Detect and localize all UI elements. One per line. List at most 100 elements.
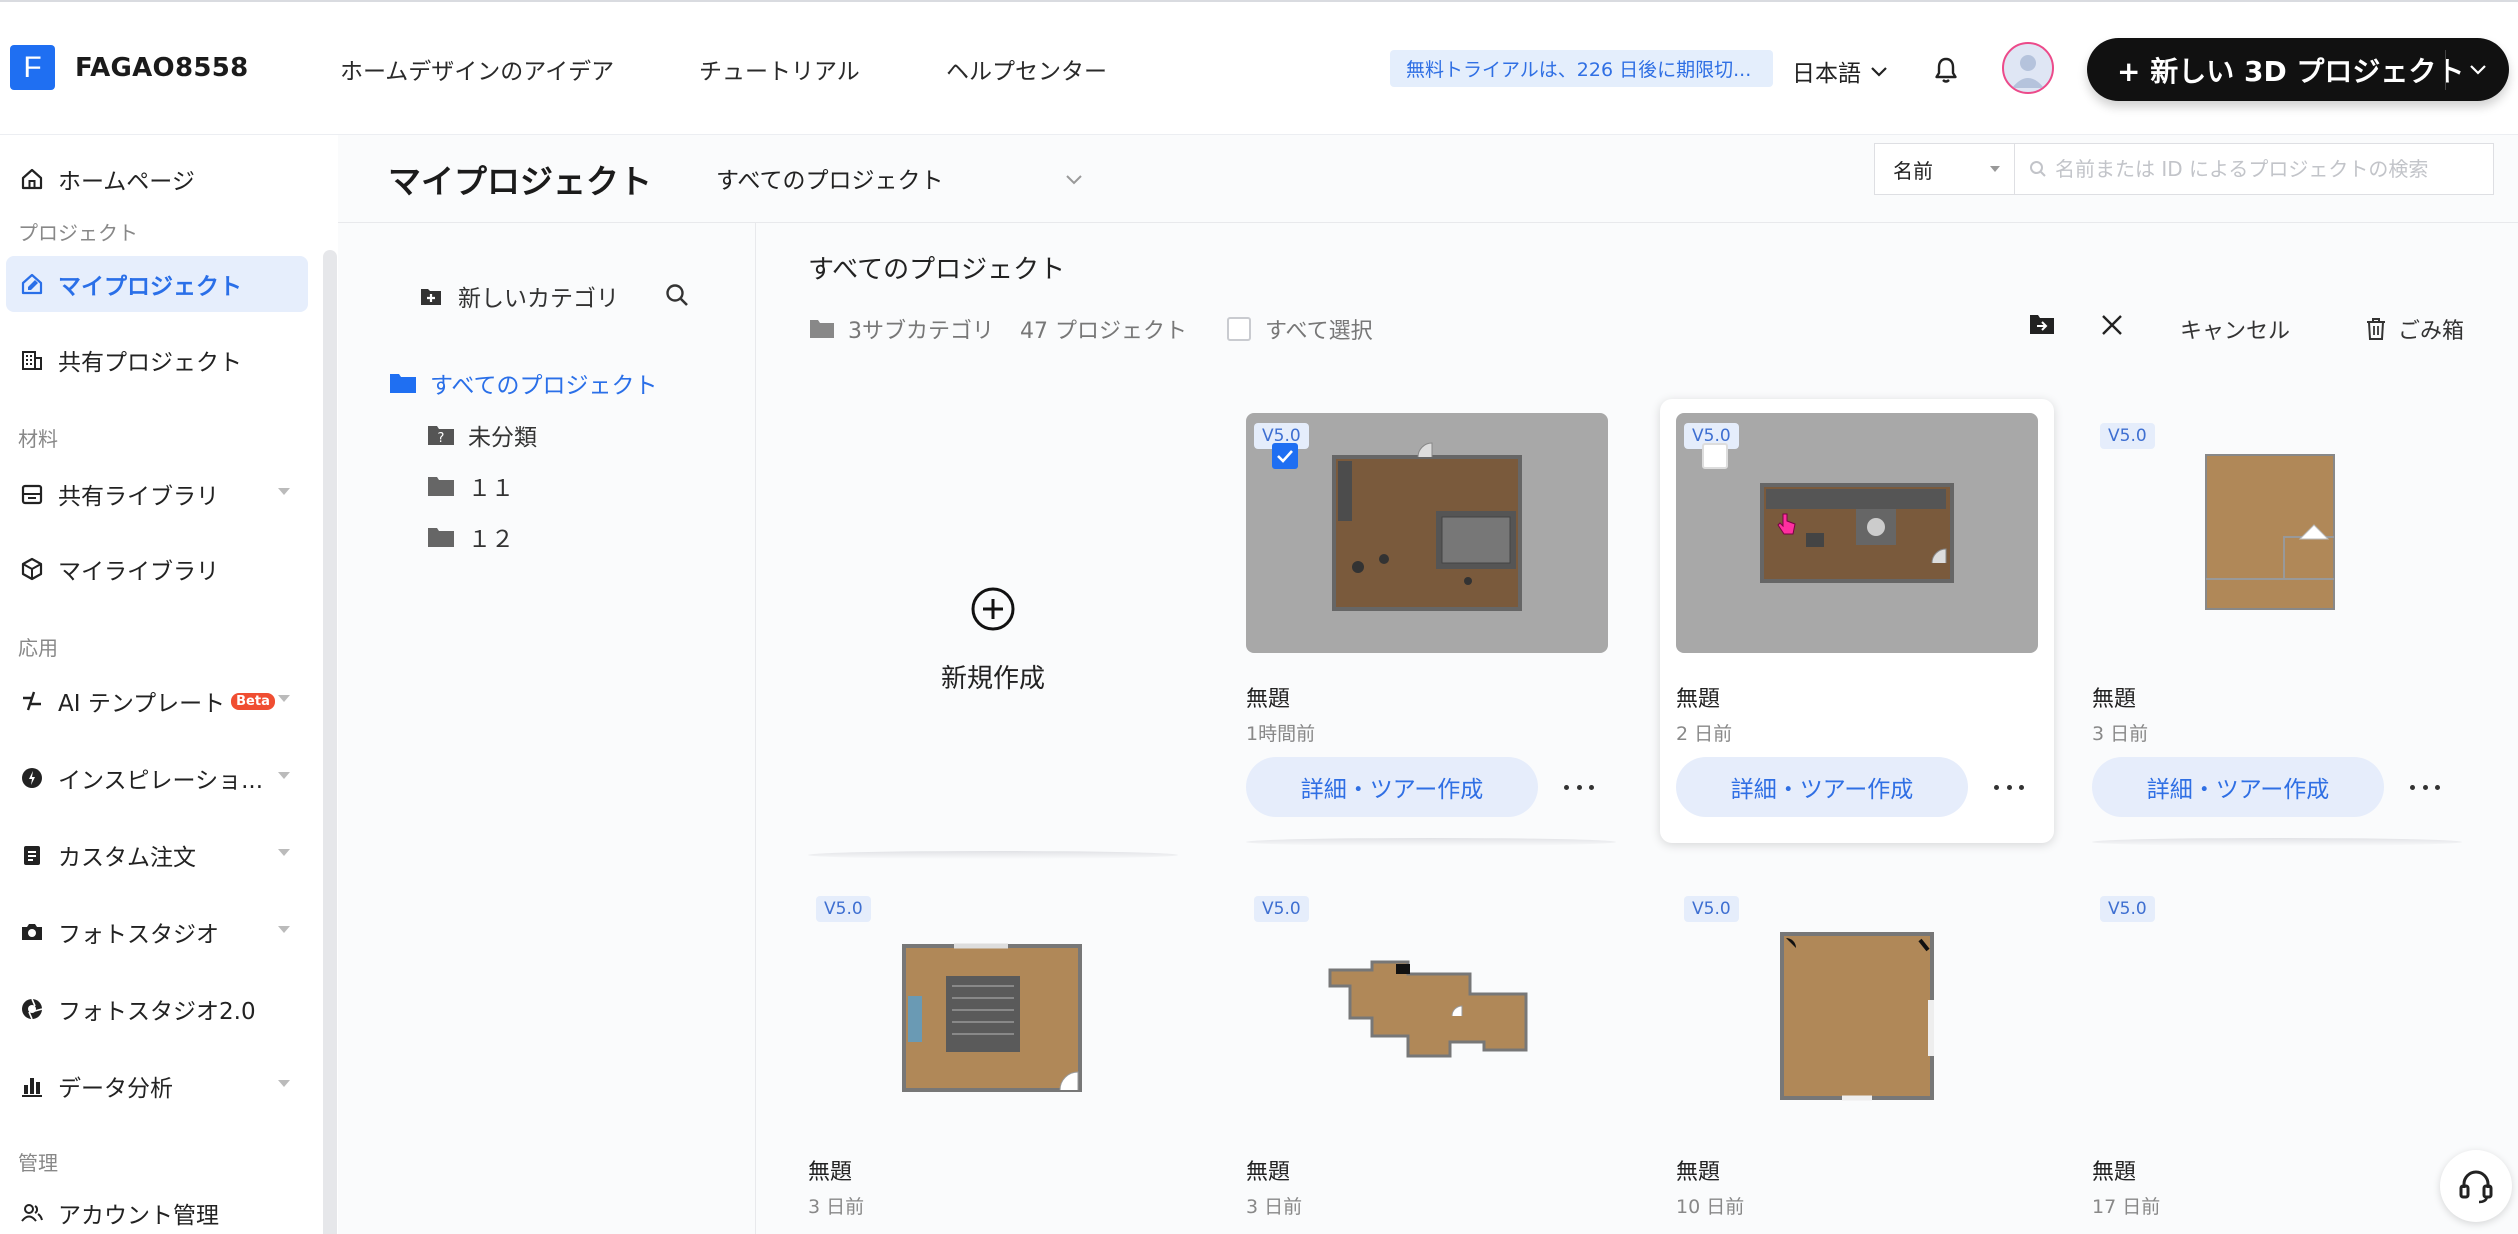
project-card[interactable]: V5.0 無題 2 日前 詳細・ツアー作成 (1660, 399, 2054, 843)
project-search-box[interactable] (2014, 143, 2494, 195)
avatar[interactable] (2002, 42, 2054, 94)
home-icon (18, 165, 46, 193)
card-shadow (808, 851, 1178, 859)
floorplan-preview (1332, 442, 1522, 611)
more-options-icon[interactable] (1564, 775, 1594, 799)
new-category-label: 新しいカテゴリ (458, 286, 619, 312)
project-checkbox[interactable] (1702, 443, 1728, 469)
card-shadow (2092, 838, 2462, 846)
chevron-down-icon (1871, 67, 1887, 77)
details-tour-button[interactable]: 詳細・ツアー作成 (2092, 757, 2384, 817)
new-project-card[interactable]: 新規作成 (808, 426, 1178, 859)
sidebar-item-account-management[interactable]: アカウント管理 (18, 1185, 308, 1234)
caret-down-icon (278, 849, 290, 856)
trash-button[interactable]: ごみ箱 (2364, 313, 2464, 345)
language-selector[interactable]: 日本語 (1792, 54, 1889, 88)
project-time: 3 日前 (1246, 1196, 1303, 1218)
lightning-icon (18, 687, 46, 715)
project-thumbnail[interactable]: V5.0 (1246, 413, 1608, 653)
sidebar-item-data-analysis[interactable]: データ分析 (18, 1058, 308, 1114)
project-thumbnail[interactable]: V5.0 (2092, 886, 2454, 1126)
category-folder-12[interactable]: １２ (426, 520, 514, 554)
project-name[interactable]: 無題 (808, 1154, 852, 1186)
sort-select[interactable]: 名前 (1874, 143, 2014, 195)
search-icon[interactable] (663, 281, 693, 311)
question-folder-icon: ? (428, 426, 454, 446)
sidebar-item-my-projects[interactable]: マイプロジェクト (6, 256, 308, 312)
card-shadow (1246, 838, 1616, 846)
details-tour-button[interactable]: 詳細・ツアー作成 (1246, 757, 1538, 817)
caret-down-icon (1990, 166, 2000, 172)
sidebar-item-inspiration[interactable]: インスピレーショ... (18, 750, 308, 806)
sidebar-item-label: マイプロジェクト (58, 274, 242, 300)
brand[interactable]: F FAGAO8558 (10, 45, 249, 90)
project-time: 17 日前 (2092, 1196, 2161, 1218)
sidebar-item-ai-template[interactable]: AI テンプレート Beta (18, 673, 308, 729)
select-all-checkbox[interactable] (1227, 317, 1251, 341)
category-folder-11[interactable]: １１ (426, 469, 514, 503)
category-label: すべてのプロジェクト (430, 373, 658, 399)
caret-down-icon (278, 695, 290, 702)
help-support-button[interactable] (2440, 1150, 2512, 1222)
sidebar-item-shared-library[interactable]: 共有ライブラリ (18, 466, 308, 522)
sidebar-item-label: フォトスタジオ (58, 922, 219, 948)
project-filter-value: すべてのプロジェクト (716, 168, 944, 194)
trash-label: ごみ箱 (2398, 319, 2465, 344)
project-name[interactable]: 無題 (1676, 1154, 1720, 1186)
category-uncategorized[interactable]: ? 未分類 (426, 418, 537, 452)
version-badge: V5.0 (2100, 423, 2155, 449)
cancel-button[interactable]: キャンセル (2180, 313, 2290, 345)
trial-notice[interactable]: 無料トライアルは、226 日後に期限切... (1390, 50, 1773, 87)
version-badge: V5.0 (816, 896, 871, 922)
project-name[interactable]: 無題 (1676, 681, 1720, 713)
project-filter-dropdown[interactable]: すべてのプロジェクト (716, 155, 1088, 201)
category-all-projects[interactable]: すべてのプロジェクト (388, 366, 657, 400)
project-thumbnail[interactable]: V5.0 (808, 886, 1170, 1126)
project-time: 2 日前 (1676, 723, 1733, 745)
search-input[interactable] (2055, 157, 2475, 181)
project-thumbnail[interactable]: V5.0 (1676, 413, 2038, 653)
subcategory-count: 3サブカテゴリ (848, 319, 994, 344)
project-name[interactable]: 無題 (2092, 1154, 2136, 1186)
bell-icon[interactable] (1930, 54, 1962, 86)
move-to-folder-button[interactable] (2028, 311, 2056, 337)
nav-home-design-ideas[interactable]: ホームデザインのアイデア (340, 52, 614, 86)
nav-help-center[interactable]: ヘルプセンター (946, 52, 1107, 86)
sidebar-item-my-library[interactable]: マイライブラリ (18, 541, 308, 597)
sidebar-item-label: フォトスタジオ2.0 (58, 999, 256, 1025)
more-options-icon[interactable] (1994, 775, 2024, 799)
project-name[interactable]: 無題 (2092, 681, 2136, 713)
sidebar-item-photo-studio-2[interactable]: フォトスタジオ2.0 (18, 981, 308, 1037)
category-label: １１ (468, 476, 514, 502)
sidebar-item-custom-order[interactable]: カスタム注文 (18, 827, 308, 883)
trash-icon (2367, 318, 2385, 340)
sidebar-item-home[interactable]: ホームページ (18, 151, 308, 207)
nav-tutorial[interactable]: チュートリアル (699, 52, 860, 86)
edit-house-icon (18, 270, 46, 298)
project-thumbnail[interactable]: V5.0 (1676, 886, 2038, 1126)
checkmark-icon (1277, 450, 1293, 463)
content-meta: 3サブカテゴリ 47 プロジェクト すべて選択 (808, 313, 1373, 345)
project-count: 47 プロジェクト (1020, 319, 1187, 344)
library-icon (18, 480, 46, 508)
project-name[interactable]: 無題 (1246, 1154, 1290, 1186)
caret-down-icon (278, 1080, 290, 1087)
new-category-button[interactable]: 新しいカテゴリ (418, 279, 619, 313)
project-checkbox[interactable] (1272, 443, 1298, 469)
project-thumbnail[interactable]: V5.0 (2092, 413, 2454, 653)
close-icon (2102, 315, 2122, 335)
sidebar-item-label: アカウント管理 (58, 1203, 219, 1229)
sidebar-scrollbar[interactable] (323, 250, 337, 1234)
project-thumbnail[interactable]: V5.0 (1246, 886, 1608, 1126)
close-button[interactable] (2098, 311, 2126, 339)
project-name[interactable]: 無題 (1246, 681, 1290, 713)
sidebar-item-shared-projects[interactable]: 共有プロジェクト (18, 332, 308, 388)
chevron-down-icon[interactable] (2465, 56, 2491, 82)
sidebar-item-photo-studio[interactable]: フォトスタジオ (18, 904, 308, 960)
select-all-label[interactable]: すべて選択 (1265, 313, 1373, 345)
new-3d-project-button[interactable]: + 新しい 3D プロジェクト (2087, 38, 2509, 101)
details-tour-button[interactable]: 詳細・ツアー作成 (1676, 757, 1968, 817)
building-icon (18, 346, 46, 374)
more-options-icon[interactable] (2410, 775, 2440, 799)
project-grid-area: すべてのプロジェクト 3サブカテゴリ 47 プロジェクト すべて選択 キャンセル… (756, 223, 2518, 1234)
